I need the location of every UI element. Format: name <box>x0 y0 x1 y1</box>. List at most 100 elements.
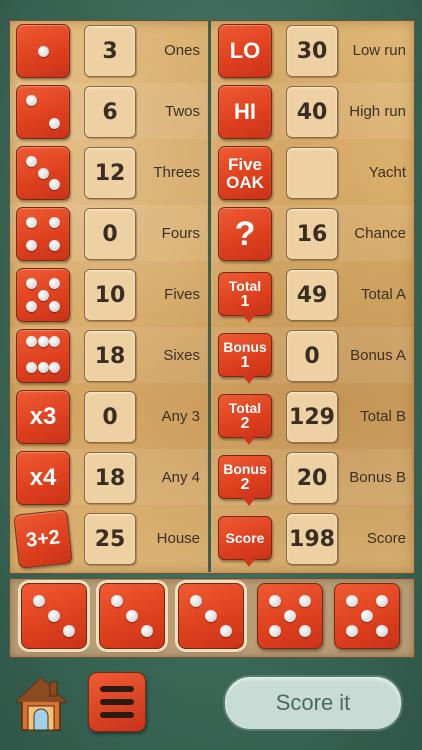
die-pip <box>205 610 217 622</box>
category-label: Low run <box>352 42 406 59</box>
die-pip <box>269 595 282 608</box>
die-pip <box>346 595 359 608</box>
menu-icon <box>100 686 134 692</box>
icon-label-bottom: OAK <box>226 172 264 192</box>
die-pip <box>25 277 37 289</box>
die-pip <box>37 336 49 348</box>
category-label: Total B <box>360 408 406 425</box>
die-pip <box>25 155 37 167</box>
die-pip <box>49 216 61 228</box>
icon-label: Score <box>225 530 265 546</box>
category-label: Sixes <box>163 347 200 364</box>
icon-label-bottom: 1 <box>240 292 250 310</box>
die-pip <box>37 289 49 301</box>
die-pip <box>25 301 37 313</box>
menu-icon-bar <box>100 712 134 718</box>
icon-label-bottom: 1 <box>240 353 250 371</box>
die-pip <box>25 94 37 106</box>
bonus1-icon[interactable]: Bonus 1 <box>218 333 272 384</box>
any3-icon[interactable]: x3 <box>16 390 70 444</box>
menu-button[interactable] <box>88 672 146 732</box>
die-1-icon[interactable] <box>16 24 70 78</box>
category-label: Any 4 <box>161 469 200 486</box>
category-label: Any 3 <box>161 408 200 425</box>
die-pip <box>111 595 124 608</box>
home-button[interactable] <box>14 674 68 734</box>
total2-icon[interactable]: Total 2 <box>218 394 272 445</box>
icon-label: LO <box>229 38 261 63</box>
die-pip <box>126 610 138 622</box>
die-pip <box>375 595 388 608</box>
category-label: Bonus A <box>350 347 406 364</box>
icon-label: x3 <box>29 403 57 430</box>
die-pip <box>361 610 373 622</box>
bonus2-icon[interactable]: Bonus 2 <box>218 455 272 506</box>
icon-label: HI <box>234 99 256 124</box>
icon-label-bottom: 2 <box>240 475 250 493</box>
icon-label: ? <box>234 215 256 253</box>
icon-label: x4 <box>29 464 57 491</box>
die-pip <box>269 624 282 637</box>
die-pip <box>25 336 37 348</box>
category-label: Score <box>366 530 406 547</box>
category-label: Threes <box>153 164 200 181</box>
icon-label: Five OAK <box>219 147 271 199</box>
chance-icon[interactable]: ? <box>218 207 272 261</box>
score-icon[interactable]: Score <box>218 516 272 567</box>
die-pip <box>298 624 311 637</box>
die-3-icon[interactable] <box>16 146 70 200</box>
die-pip <box>25 240 37 252</box>
die-5-icon[interactable] <box>16 268 70 322</box>
die-pip <box>25 216 37 228</box>
die-pip <box>37 362 49 374</box>
die-6-icon[interactable] <box>16 329 70 383</box>
die-4-icon[interactable] <box>16 207 70 261</box>
category-label: Fives <box>164 286 200 303</box>
any4-icon[interactable]: x4 <box>16 451 70 505</box>
low-run-icon[interactable]: LO <box>218 24 272 78</box>
icon-label-bottom: 2 <box>240 414 250 432</box>
die-5[interactable] <box>334 583 400 649</box>
icon-label-top: Total <box>228 277 262 294</box>
die-pip <box>49 336 61 348</box>
icon-label-top: Five <box>227 154 263 174</box>
score-it-button[interactable]: Score it <box>223 675 403 731</box>
category-label: Total A <box>360 286 406 303</box>
house-icon[interactable]: 3+2 <box>13 509 73 569</box>
high-run-icon[interactable]: HI <box>218 85 272 139</box>
category-label: High run <box>349 103 406 120</box>
icon-label-top: Bonus <box>223 338 267 355</box>
category-label: House <box>156 530 200 547</box>
category-label: Ones <box>164 42 200 59</box>
five-oak-icon[interactable]: Five OAK <box>218 146 272 200</box>
die-2[interactable] <box>99 583 165 649</box>
die-pip <box>49 277 61 289</box>
die-pip <box>284 610 296 622</box>
die-pip <box>49 118 61 130</box>
die-pip <box>33 595 46 608</box>
die-pip <box>49 179 61 191</box>
icon-label: 3+2 <box>24 526 62 552</box>
die-pip <box>25 362 37 374</box>
die-pip <box>37 45 49 57</box>
die-pip <box>190 595 203 608</box>
die-pip <box>49 301 61 313</box>
category-label: Yacht <box>368 164 406 181</box>
die-4[interactable] <box>257 583 323 649</box>
column-divider <box>208 20 211 572</box>
home-icon <box>14 676 68 731</box>
total1-icon[interactable]: Total 1 <box>218 272 272 323</box>
die-pip <box>219 624 232 637</box>
die-pip <box>37 167 49 179</box>
icon-label-top: Total <box>228 399 262 416</box>
category-label: Fours <box>161 225 200 242</box>
icon-label: Total 2 <box>219 395 271 437</box>
icon-label-top: Bonus <box>223 460 267 477</box>
die-1[interactable] <box>21 583 87 649</box>
die-pip <box>140 624 153 637</box>
die-2-icon[interactable] <box>16 85 70 139</box>
die-pip <box>375 624 388 637</box>
die-3[interactable] <box>178 583 244 649</box>
die-pip <box>62 624 75 637</box>
category-label: Chance <box>354 225 406 242</box>
